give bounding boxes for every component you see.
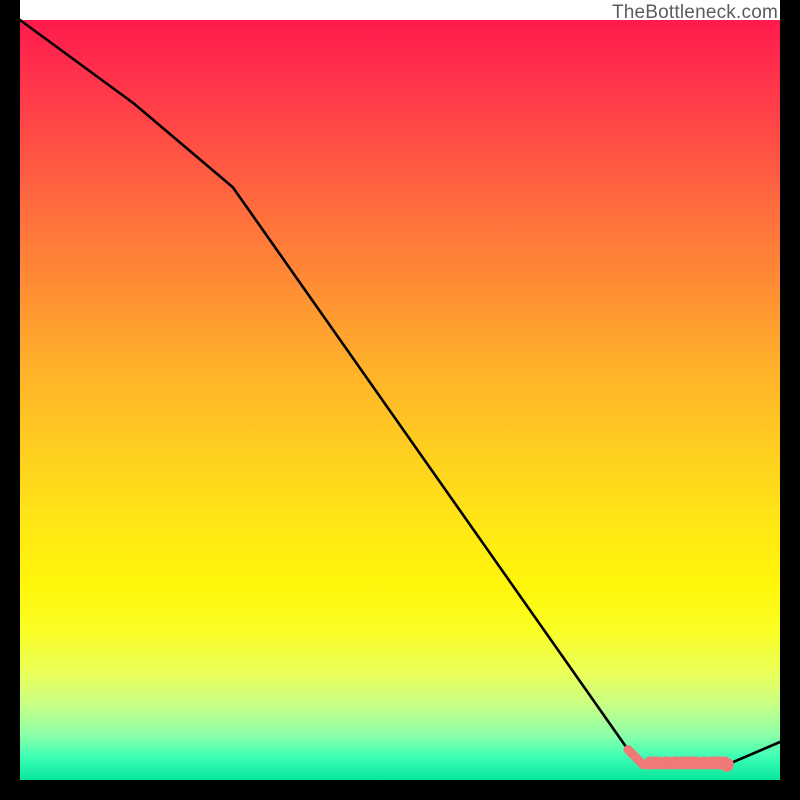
chart-container: TheBottleneck.com bbox=[0, 0, 800, 800]
axis-left bbox=[0, 0, 20, 800]
axis-right bbox=[780, 0, 800, 800]
attribution-text: TheBottleneck.com bbox=[612, 2, 778, 24]
chart-svg bbox=[20, 20, 780, 780]
axis-bottom bbox=[0, 780, 800, 800]
highlight-marker bbox=[720, 758, 734, 772]
bottleneck-curve bbox=[20, 20, 780, 765]
